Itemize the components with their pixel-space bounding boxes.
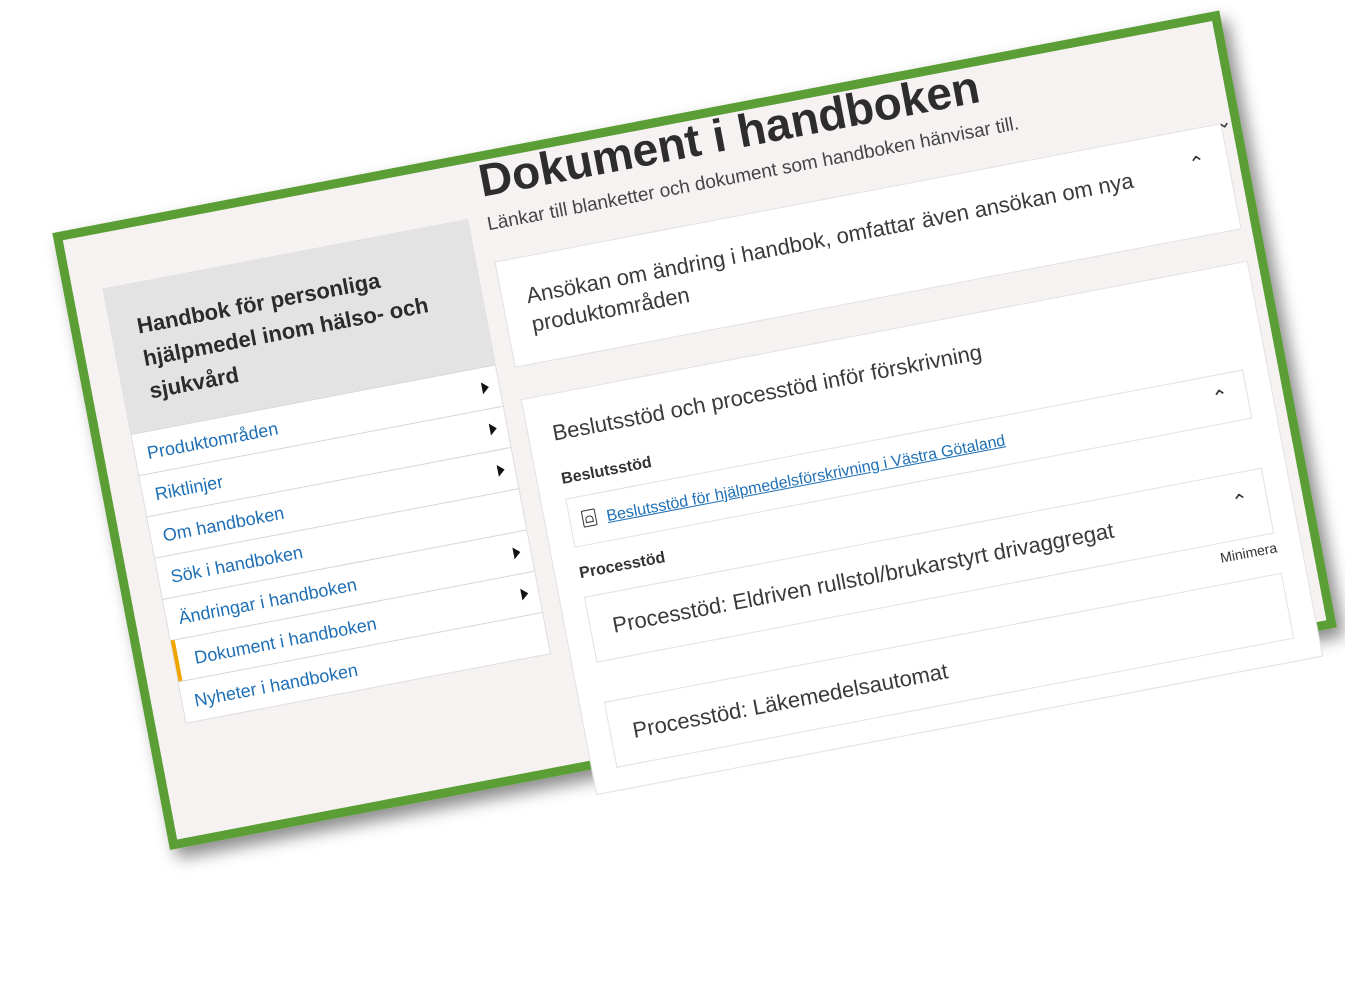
sidebar-item-label: Riktlinjer (153, 471, 225, 505)
chevron-up-icon[interactable]: ⌃ (1230, 488, 1251, 516)
caret-right-icon[interactable] (488, 422, 498, 436)
sidebar-nav: Handbok för personliga hjälpmedel inom h… (102, 218, 552, 724)
screenshot-frame: Handbok för personliga hjälpmedel inom h… (52, 10, 1337, 850)
pdf-icon (580, 508, 598, 528)
chevron-down-icon[interactable]: ⌄ (1214, 110, 1233, 133)
caret-right-icon[interactable] (496, 463, 506, 477)
caret-right-icon[interactable] (512, 546, 522, 560)
main-content: Dokument i handboken Länkar till blanket… (474, 15, 1324, 796)
chevron-up-icon[interactable]: ⌃ (1187, 150, 1208, 178)
chevron-up-icon[interactable]: ⌃ (1210, 384, 1231, 412)
caret-right-icon[interactable] (480, 381, 491, 395)
minimize-button[interactable]: Minimera (1219, 539, 1279, 566)
caret-right-icon[interactable] (520, 587, 530, 601)
